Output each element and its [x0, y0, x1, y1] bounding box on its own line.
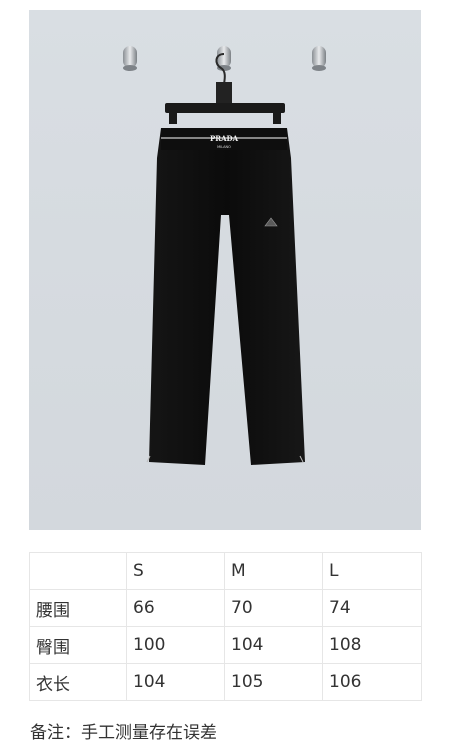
table-cell: 100 [126, 626, 225, 664]
table-cell: 74 [322, 589, 422, 627]
table-row: 衣长 104 105 106 [29, 663, 422, 701]
table-cell: 104 [224, 626, 323, 664]
table-cell: 70 [224, 589, 323, 627]
table-row: 臀围 100 104 108 [29, 626, 422, 664]
table-cell: 106 [322, 663, 422, 701]
wall-hook-right [312, 46, 326, 71]
table-cell: 105 [224, 663, 323, 701]
table-header-cell [29, 552, 127, 590]
wall-hook-left [123, 46, 137, 71]
row-label-cell: 衣长 [29, 663, 127, 701]
size-chart-table: S M L 腰围 66 70 74 臀围 100 104 108 衣长 104 … [29, 552, 422, 701]
table-cell: 108 [322, 626, 422, 664]
table-cell: 104 [126, 663, 225, 701]
table-cell: 66 [126, 589, 225, 627]
waistband-sublogo: MILANO [217, 145, 231, 149]
waistband-logo: PRADA [210, 134, 239, 143]
product-photo-drawing: PRADA MILANO [123, 46, 326, 465]
table-header-row: S M L [29, 552, 422, 590]
table-header-cell: M [224, 552, 323, 590]
measurement-note: 备注：手工测量存在误差 [30, 723, 217, 743]
table-header-cell: L [322, 552, 422, 590]
row-label-cell: 臀围 [29, 626, 127, 664]
pants: PRADA MILANO [146, 128, 305, 465]
row-label-cell: 腰围 [29, 589, 127, 627]
table-row: 腰围 66 70 74 [29, 589, 422, 627]
product-photo: PRADA MILANO [29, 10, 421, 530]
table-header-cell: S [126, 552, 225, 590]
